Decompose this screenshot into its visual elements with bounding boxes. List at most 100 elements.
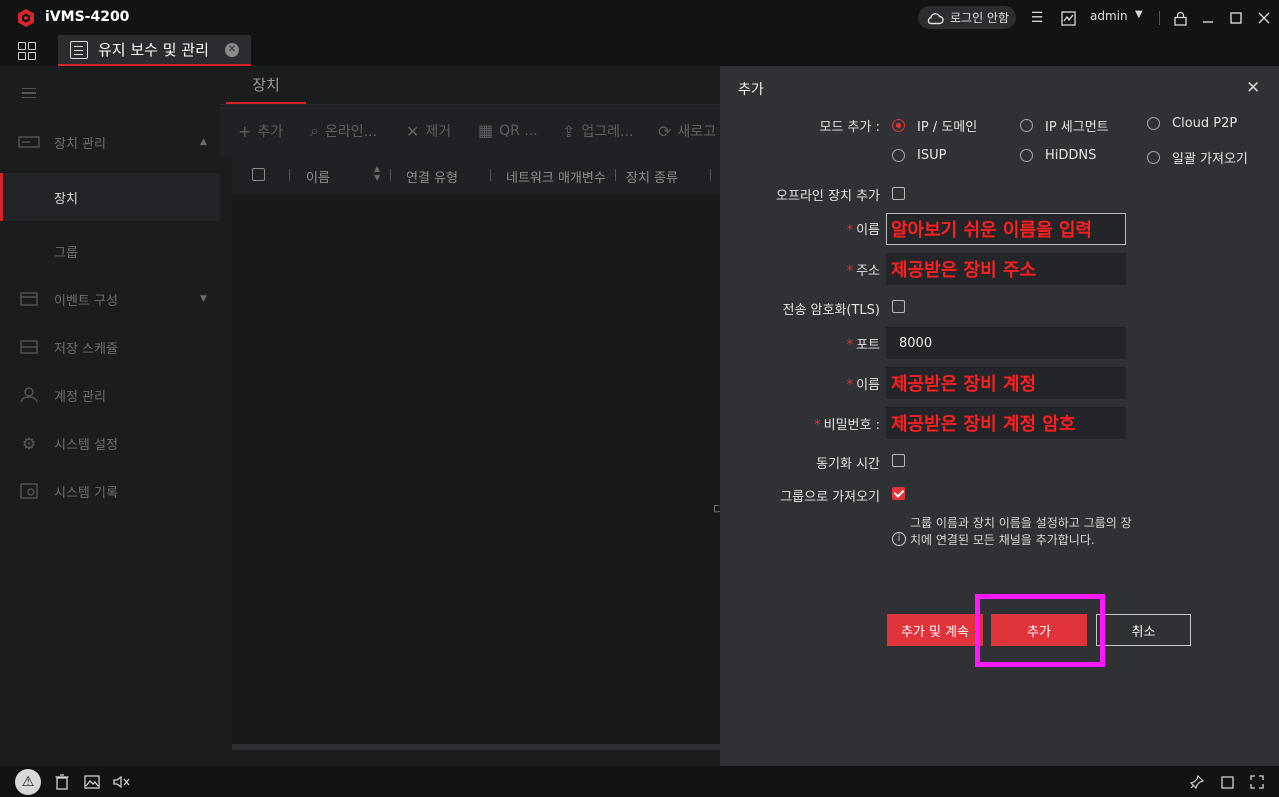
- tls-checkbox[interactable]: [892, 300, 905, 313]
- monitor-chart-icon[interactable]: [1059, 9, 1077, 27]
- user-name[interactable]: admin: [1090, 9, 1128, 23]
- delete-device-button[interactable]: ✕ 제거: [406, 121, 451, 141]
- required-mark: *: [846, 264, 854, 279]
- refresh-icon: ⟳: [658, 121, 672, 141]
- subtab-divider: [220, 104, 720, 105]
- sidebar-item-group[interactable]: 그룹: [4, 227, 220, 275]
- sidebar-item-event-config[interactable]: 이벤트 구성 ▼: [4, 275, 220, 323]
- required-mark: *: [846, 338, 854, 353]
- image-icon[interactable]: [82, 772, 102, 792]
- hamburger-icon[interactable]: [22, 88, 36, 98]
- address-input-hint: 제공받은 장비 주소: [891, 260, 1037, 281]
- tool-label: QR ...: [499, 122, 538, 139]
- username-input[interactable]: 제공받은 장비 계정: [886, 367, 1126, 399]
- column-header-network[interactable]: 네트워크 매개변수: [506, 167, 606, 186]
- add-and-continue-button[interactable]: 추가 및 계속: [887, 614, 983, 646]
- add-button[interactable]: 추가: [991, 614, 1087, 646]
- name-input-hint: 알아보기 쉬운 이름을 입력: [891, 220, 1092, 241]
- select-all-checkbox[interactable]: [252, 168, 265, 181]
- sidebar-item-storage-schedule[interactable]: 저장 스케쥴: [4, 323, 220, 371]
- password-label: * 비밀번호 :: [760, 414, 880, 433]
- sidebar-item-system-settings[interactable]: ⚙ 시스템 설정: [4, 419, 220, 467]
- online-device-button[interactable]: ⌕ 온라인...: [310, 121, 377, 141]
- mode-radio-ip-segment[interactable]: IP 세그먼트: [1020, 116, 1109, 135]
- sidebar-item-device-management[interactable]: 장치 관리 ▲: [4, 118, 220, 166]
- sync-time-checkbox[interactable]: [892, 454, 905, 467]
- sidebar-item-device[interactable]: 장치: [0, 173, 220, 221]
- tab-maintenance[interactable]: 유지 보수 및 관리 ✕: [58, 35, 251, 66]
- refresh-button[interactable]: ⟳ 새로고: [658, 121, 716, 141]
- fullscreen-icon[interactable]: [1247, 772, 1267, 792]
- sync-time-label: 동기화 시간: [816, 457, 880, 472]
- mode-radio-hiddns[interactable]: HiDDNS: [1020, 148, 1096, 163]
- column-header-device-type[interactable]: 장치 종류: [626, 167, 678, 186]
- sort-icon[interactable]: ▲ ▼: [374, 164, 380, 182]
- address-input[interactable]: 제공받은 장비 주소: [886, 253, 1126, 285]
- radio-label: Cloud P2P: [1172, 116, 1238, 131]
- cloud-icon: [927, 12, 944, 24]
- plus-icon: +: [238, 121, 252, 141]
- list-icon[interactable]: ☰: [1028, 9, 1046, 27]
- cloud-login-button[interactable]: 로그인 안함: [918, 6, 1016, 29]
- column-divider: [490, 169, 491, 181]
- trash-icon[interactable]: [52, 772, 72, 792]
- column-divider: [390, 169, 391, 181]
- cloud-login-label: 로그인 안함: [950, 11, 1010, 25]
- sidebar-item-account[interactable]: 계정 관리: [4, 371, 220, 419]
- password-input[interactable]: 제공받은 장비 계정 암호: [886, 407, 1126, 439]
- subtab-device[interactable]: 장치: [226, 66, 306, 104]
- mode-radio-cloud-p2p[interactable]: Cloud P2P: [1147, 116, 1237, 131]
- name-input[interactable]: 알아보기 쉬운 이름을 입력: [886, 213, 1126, 245]
- mode-radio-ip-domain[interactable]: IP / 도메인: [892, 116, 977, 135]
- tab-bar: 유지 보수 및 관리 ✕: [0, 35, 1279, 66]
- caret-down-icon[interactable]: ▼: [1135, 9, 1143, 20]
- app-title: iVMS-4200: [45, 9, 130, 25]
- mode-label: 모드 추가 :: [819, 120, 881, 135]
- offline-checkbox[interactable]: [892, 187, 905, 200]
- add-device-button[interactable]: + 추가: [238, 121, 283, 141]
- radio-label: IP 세그먼트: [1045, 120, 1109, 135]
- warning-icon[interactable]: ⚠: [15, 769, 41, 795]
- required-mark: *: [814, 418, 821, 433]
- tls-label: 전송 암호화(TLS): [782, 303, 880, 318]
- info-icon: i: [892, 532, 906, 546]
- upload-icon: ⇪: [562, 121, 576, 141]
- dialog-title: 추가: [738, 82, 764, 98]
- table-header: 이름 ▲ ▼ 연결 유형 네트워크 매개변수 장치 종류: [232, 156, 720, 194]
- mute-icon[interactable]: [112, 772, 132, 792]
- port-input[interactable]: 8000: [886, 327, 1126, 359]
- caret-down-icon: ▼: [200, 294, 207, 304]
- add-device-dialog: 추가 ✕ 모드 추가 : IP / 도메인 IP 세그먼트 Cloud P2P …: [720, 66, 1279, 766]
- device-toolbar: + 추가 ⌕ 온라인... ✕ 제거 ▦ QR ... ⇪ 업그레... ⟳ 새…: [220, 106, 720, 156]
- pin-icon[interactable]: [1187, 772, 1207, 792]
- column-header-name[interactable]: 이름: [306, 167, 330, 186]
- window-icon[interactable]: [1217, 772, 1237, 792]
- tool-label: 새로고: [677, 124, 717, 140]
- minimize-icon[interactable]: [1199, 9, 1217, 27]
- sidebar-item-label: 시스템 기록: [54, 485, 118, 501]
- event-icon: [18, 291, 40, 307]
- maximize-icon[interactable]: [1227, 9, 1245, 27]
- cancel-button[interactable]: 취소: [1096, 614, 1191, 646]
- sidebar-item-system-log[interactable]: 시스템 기록: [4, 467, 220, 515]
- radio-dot: [1020, 149, 1033, 162]
- address-label: * 주소: [780, 260, 880, 279]
- upgrade-button[interactable]: ⇪ 업그레...: [562, 121, 633, 141]
- column-header-connection[interactable]: 연결 유형: [406, 167, 458, 186]
- maintenance-icon: [70, 40, 88, 59]
- radio-dot: [892, 149, 905, 162]
- sidebar-item-label: 그룹: [54, 245, 78, 261]
- mode-radio-isup[interactable]: ISUP: [892, 148, 946, 163]
- mode-radio-batch-import[interactable]: 일괄 가져오기: [1147, 148, 1248, 167]
- column-divider: [615, 169, 616, 181]
- close-window-icon[interactable]: [1255, 9, 1273, 27]
- search-icon: ⌕: [310, 121, 319, 140]
- lock-icon[interactable]: [1171, 9, 1189, 27]
- dialog-close-icon[interactable]: ✕: [1246, 78, 1260, 98]
- log-icon: [18, 483, 40, 499]
- tab-close-icon[interactable]: ✕: [224, 42, 239, 57]
- horizontal-scrollbar[interactable]: [232, 744, 720, 750]
- app-grid-icon[interactable]: [18, 42, 36, 60]
- import-group-checkbox[interactable]: [892, 487, 905, 500]
- qr-button[interactable]: ▦ QR ...: [478, 121, 538, 140]
